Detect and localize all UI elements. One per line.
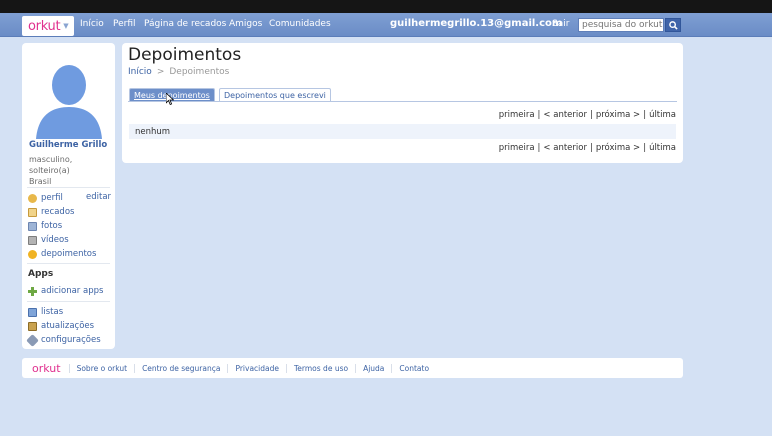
nav-link-pagina-de-recados[interactable]: Página de recados: [144, 19, 226, 29]
sidebar-item-label: recados: [41, 207, 75, 217]
sidebar-item-adicionar-apps[interactable]: adicionar apps: [28, 285, 103, 297]
footer-link-privacidade[interactable]: Privacidade: [227, 363, 286, 373]
nav-link-inicio[interactable]: Início: [80, 19, 104, 29]
pager-next[interactable]: próxima >: [596, 143, 640, 153]
pager-prev[interactable]: < anterior: [543, 143, 587, 153]
signout-link[interactable]: Sair: [552, 19, 569, 29]
profile-icon: [28, 193, 37, 203]
profile-name[interactable]: Guilherme Grillo: [29, 140, 107, 150]
settings-icon: [26, 333, 39, 347]
page-title: Depoimentos: [128, 45, 242, 65]
footer-logo[interactable]: orkut: [32, 362, 61, 375]
sidebar-item-perfil[interactable]: perfil: [28, 192, 63, 204]
avatar[interactable]: [30, 51, 108, 141]
scraps-icon: [28, 207, 37, 217]
pager-separator: |: [643, 143, 647, 153]
sidebar-item-label: listas: [41, 307, 64, 317]
sidebar-item-atualizacoes[interactable]: atualizações: [28, 320, 94, 332]
sidebar-item-label: atualizações: [41, 321, 95, 331]
sidebar-item-depoimentos[interactable]: depoimentos: [28, 248, 96, 260]
edit-profile-link[interactable]: editar: [86, 192, 111, 202]
profile-country: Brasil: [29, 177, 52, 186]
pagination-top: primeira | < anterior | próxima > | última: [422, 110, 676, 120]
search-button[interactable]: [665, 18, 681, 32]
pager-last[interactable]: última: [649, 110, 676, 120]
profile-status: solteiro(a): [29, 166, 70, 175]
pager-separator: |: [537, 110, 541, 120]
sidebar-item-label: perfil: [41, 193, 63, 203]
footer-link-ajuda[interactable]: Ajuda: [355, 363, 391, 373]
sidebar-item-recados[interactable]: recados: [28, 206, 74, 218]
sidebar-item-label: configurações: [41, 335, 101, 345]
pager-separator: |: [537, 143, 541, 153]
search-input[interactable]: [578, 18, 664, 32]
videos-icon: [28, 235, 37, 245]
page-footer: orkut Sobre o orkut Centro de segurança …: [22, 358, 683, 378]
footer-link-sobre[interactable]: Sobre o orkut: [68, 363, 134, 373]
sidebar-divider: [27, 263, 110, 264]
pager-next[interactable]: próxima >: [596, 110, 640, 120]
testimonials-icon: [28, 249, 37, 259]
tab-depoimentos-que-escrevi[interactable]: Depoimentos que escrevi: [219, 88, 331, 102]
nav-link-amigos[interactable]: Amigos: [229, 19, 262, 29]
pager-last[interactable]: última: [649, 143, 676, 153]
lists-icon: [28, 307, 37, 317]
pager-separator: |: [589, 143, 593, 153]
main-content: Depoimentos Início > Depoimentos Meus depo…: [122, 43, 683, 163]
sidebar-item-label: depoimentos: [41, 249, 97, 259]
sidebar-item-label: adicionar apps: [41, 286, 104, 296]
footer-link-seguranca[interactable]: Centro de segurança: [134, 363, 227, 373]
nav-link-comunidades[interactable]: Comunidades: [269, 19, 331, 29]
pager-first[interactable]: primeira: [499, 110, 535, 120]
sidebar-item-videos[interactable]: vídeos: [28, 234, 69, 246]
window-top-bar: [0, 0, 772, 13]
tab-divider: [128, 101, 677, 102]
footer-link-termos[interactable]: Termos de uso: [286, 363, 355, 373]
breadcrumb: Início > Depoimentos: [128, 67, 229, 77]
pager-prev[interactable]: < anterior: [543, 110, 587, 120]
sidebar-item-label: vídeos: [41, 235, 69, 245]
mouse-cursor-icon: [166, 93, 174, 105]
orkut-logo[interactable]: orkut ▼: [22, 16, 74, 36]
footer-link-contato[interactable]: Contato: [391, 363, 436, 373]
top-navigation-bar: orkut ▼ Início Perfil Página de recados …: [0, 13, 772, 37]
updates-icon: [28, 321, 37, 331]
sidebar-divider: [27, 301, 110, 302]
sidebar-item-fotos[interactable]: fotos: [28, 220, 62, 232]
profile-gender: masculino,: [29, 155, 73, 164]
empty-list-message: nenhum: [129, 124, 676, 139]
sidebar-divider: [27, 187, 110, 188]
photos-icon: [28, 221, 37, 231]
profile-sidebar: Guilherme Grillo masculino, solteiro(a) …: [22, 43, 115, 349]
chevron-down-icon: ▼: [63, 22, 69, 30]
breadcrumb-home[interactable]: Início: [128, 67, 152, 77]
add-apps-icon: [28, 286, 37, 296]
pager-separator: |: [643, 110, 647, 120]
pager-separator: |: [589, 110, 593, 120]
nav-link-perfil[interactable]: Perfil: [113, 19, 136, 29]
breadcrumb-current: Depoimentos: [169, 67, 230, 77]
sidebar-item-label: fotos: [41, 221, 63, 231]
sidebar-item-configuracoes[interactable]: configurações: [26, 333, 101, 347]
search-icon: [668, 20, 678, 30]
pager-first[interactable]: primeira: [499, 143, 535, 153]
logo-text: orkut: [28, 18, 61, 34]
apps-heading: Apps: [28, 269, 54, 279]
profile-info: masculino, solteiro(a) Brasil: [29, 154, 72, 187]
breadcrumb-separator: >: [156, 67, 165, 77]
sidebar-item-listas[interactable]: listas: [28, 306, 63, 318]
user-email: guilhermegrillo.13@gmail.com: [390, 18, 563, 29]
pagination-bottom: primeira | < anterior | próxima > | última: [422, 143, 676, 153]
